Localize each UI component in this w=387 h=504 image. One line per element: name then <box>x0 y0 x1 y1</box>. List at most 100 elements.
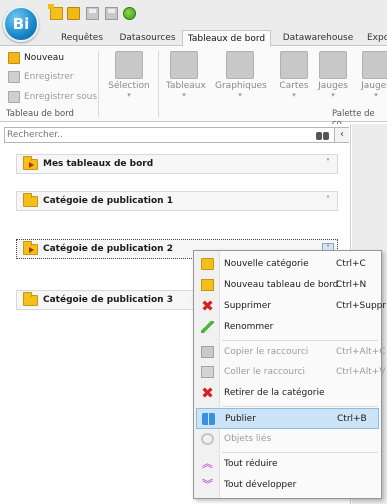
chart-icon <box>226 51 254 79</box>
menu-item-label: Renommer <box>224 322 274 332</box>
context-menu: Nouvelle catégorie Ctrl+C Nouveau tablea… <box>193 250 386 499</box>
gauge-icon <box>362 51 387 79</box>
app-logo-text: Bi <box>12 15 30 33</box>
menu-item-copier-raccourci[interactable]: Copier le raccourci Ctrl+Alt+C <box>196 342 386 363</box>
open-folder-icon[interactable] <box>67 7 80 20</box>
menu-item-label: Publier <box>225 414 256 424</box>
enregistrer-label: Enregistrer <box>24 72 74 82</box>
chevron-down-icon: ▾ <box>292 91 296 99</box>
save-as-icon[interactable] <box>105 7 118 20</box>
tableaux-button[interactable]: Tableaux ▾ <box>166 51 206 99</box>
menu-item-shortcut: Ctrl+Alt+C <box>336 347 386 357</box>
remove-icon: ✖ <box>201 384 214 402</box>
jauges-button-2[interactable]: Jauges ▾ <box>356 51 387 99</box>
save-icon[interactable] <box>86 7 99 20</box>
new-dashboard-icon <box>8 52 20 64</box>
menu-item-supprimer[interactable]: ✖ Supprimer Ctrl+Suppr <box>196 296 386 317</box>
folder-icon <box>201 258 214 270</box>
tab-tableaux-de-bord[interactable]: Tableaux de bord <box>182 30 271 47</box>
ribbon: Nouveau Enregistrer Enregistrer sous Tab… <box>0 47 387 129</box>
tab-requetes[interactable]: Requêtes <box>50 30 114 47</box>
group-label-tableau-de-bord: Tableau de bord <box>6 109 74 119</box>
menu-item-tout-developper[interactable]: ︾ Tout développer <box>196 475 379 496</box>
dashboard-folder-icon <box>23 156 38 170</box>
menu-item-tout-reduire[interactable]: ︽ Tout réduire <box>196 454 379 475</box>
search-input[interactable] <box>5 128 310 142</box>
menu-item-label: Supprimer <box>224 301 272 311</box>
menu-item-label: Tout réduire <box>224 459 278 469</box>
publication-label: Catégoie de publication 2 <box>43 244 173 254</box>
menu-item-label: Retirer de la catégorie <box>224 388 325 398</box>
search-bar: ‹ <box>4 127 349 143</box>
save-as-icon <box>8 91 20 103</box>
menu-item-retirer-categorie[interactable]: ✖ Retirer de la catégorie <box>196 383 379 404</box>
menu-item-shortcut: Ctrl+N <box>336 280 367 290</box>
menu-item-shortcut: Ctrl+B <box>337 414 367 424</box>
menu-item-coller-raccourci[interactable]: Coller le raccourci Ctrl+Alt+V <box>196 362 385 383</box>
folder-icon <box>23 193 38 207</box>
copy-icon <box>201 346 214 358</box>
publication-label: Catégoie de publication 1 <box>43 196 173 206</box>
selection-label: Sélection <box>108 81 150 91</box>
publish-icon <box>202 413 215 425</box>
chevron-down-icon: ▾ <box>331 91 335 99</box>
publication-label: Mes tableaux de bord <box>43 159 154 169</box>
dashboard-folder-icon <box>201 279 214 291</box>
chevron-down-icon: ▾ <box>238 91 242 99</box>
collapse-panel-button[interactable]: ‹ <box>334 128 349 142</box>
tab-export[interactable]: Expo <box>367 30 387 47</box>
nouveau-button[interactable]: Nouveau <box>8 51 64 65</box>
refresh-icon[interactable] <box>123 7 136 20</box>
menu-separator <box>222 406 378 407</box>
chevron-up-icon[interactable]: ˄ <box>326 195 330 204</box>
cartes-label: Cartes <box>279 81 309 91</box>
chevron-down-icon[interactable]: ˅ <box>326 158 330 167</box>
collapse-all-icon: ︽ <box>202 457 213 470</box>
menu-item-shortcut: Ctrl+Alt+V <box>336 367 386 377</box>
enregistrer-sous-label: Enregistrer sous <box>24 92 98 102</box>
menu-item-shortcut: Ctrl+C <box>336 259 366 269</box>
enregistrer-sous-button[interactable]: Enregistrer sous <box>8 90 97 104</box>
menu-item-label: Tout développer <box>224 480 297 490</box>
jauges-label: Jauges <box>318 81 348 91</box>
title-bar: Bi <box>0 0 387 42</box>
menu-item-label: Nouvelle catégorie <box>224 259 309 269</box>
graphiques-button[interactable]: Graphiques ▾ <box>215 51 267 99</box>
menu-item-label: Nouveau tableau de bord <box>224 280 339 290</box>
nouveau-label: Nouveau <box>24 53 65 63</box>
menu-item-label: Objets liés <box>224 434 272 444</box>
save-icon <box>8 71 20 83</box>
jauges-label-2: Jauges <box>361 81 387 91</box>
tableaux-label: Tableaux <box>166 81 206 91</box>
chevron-down-icon: ▾ <box>374 91 378 99</box>
publication-categorie-1[interactable]: Catégoie de publication 1 ˄ <box>16 191 338 211</box>
chevron-down-icon: ▾ <box>127 91 131 99</box>
jauges-button[interactable]: Jauges ▾ <box>316 51 350 99</box>
menu-item-nouvelle-categorie[interactable]: Nouvelle catégorie Ctrl+C <box>196 254 379 275</box>
cartes-button[interactable]: Cartes ▾ <box>278 51 310 99</box>
app-logo[interactable]: Bi <box>3 6 39 42</box>
menu-item-nouveau-tableau[interactable]: Nouveau tableau de bord Ctrl+N <box>196 275 379 296</box>
table-icon <box>170 51 198 79</box>
binoculars-icon[interactable] <box>316 129 330 141</box>
delete-icon: ✖ <box>201 297 214 315</box>
tab-datawarehouse[interactable]: Datawarehouse <box>273 30 363 47</box>
map-icon <box>280 51 308 79</box>
ribbon-tabs: Requêtes Datasources Tableaux de bord Da… <box>0 30 387 47</box>
publication-mes-tableaux[interactable]: Mes tableaux de bord ˅ <box>16 154 338 174</box>
menu-item-objets-lies[interactable]: Objets liés <box>196 429 379 450</box>
chevron-down-icon: ▾ <box>182 91 186 99</box>
selection-button[interactable]: Sélection ▾ <box>107 51 151 99</box>
enregistrer-button[interactable]: Enregistrer <box>8 70 74 84</box>
menu-item-renommer[interactable]: Renommer <box>196 317 379 338</box>
tab-datasources[interactable]: Datasources <box>114 30 181 47</box>
menu-separator <box>222 452 378 453</box>
menu-item-label: Copier le raccourci <box>224 347 309 357</box>
menu-separator <box>222 340 378 341</box>
ribbon-separator <box>158 51 159 117</box>
menu-item-publier[interactable]: Publier Ctrl+B <box>196 408 379 429</box>
expand-all-icon: ︾ <box>202 478 213 491</box>
gauge-icon <box>319 51 347 79</box>
menu-item-shortcut: Ctrl+Suppr <box>336 301 387 311</box>
new-file-icon[interactable] <box>48 4 63 20</box>
